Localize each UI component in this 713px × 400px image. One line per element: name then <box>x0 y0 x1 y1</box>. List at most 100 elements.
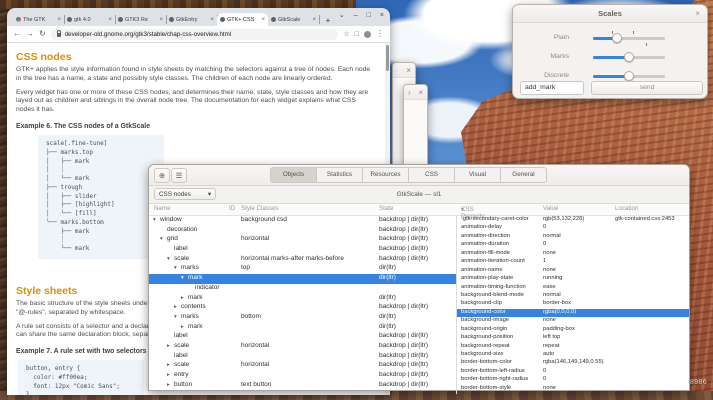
background-window-2[interactable]: › × <box>403 84 428 172</box>
expander-icon[interactable]: ▾ <box>174 265 181 271</box>
css-property-row[interactable]: animation-play-state running <box>457 275 689 283</box>
reload-icon[interactable]: ↻ <box>39 30 46 38</box>
expander-icon[interactable]: ▸ <box>174 304 181 310</box>
column-value[interactable]: Value <box>543 205 558 212</box>
expander-icon[interactable]: ▾ <box>167 256 174 262</box>
tree-row[interactable]: ▸button text button backdrop | dir(ltr) <box>149 381 456 391</box>
column-id[interactable]: ID <box>229 205 235 212</box>
tree-row[interactable]: ▸entry backdrop | dir(ltr) <box>149 371 456 381</box>
browser-tab[interactable]: GTK3 Re × <box>115 13 166 26</box>
browser-tab[interactable]: GTK+ CSS × <box>217 13 268 26</box>
inspector-tab[interactable]: Resources <box>362 167 409 183</box>
bookmark-icon[interactable]: ☆ <box>343 31 349 38</box>
column-state[interactable]: State <box>379 205 393 212</box>
inspector-tab[interactable]: Visual <box>454 167 501 183</box>
dialog-titlebar[interactable]: Scales × <box>513 5 707 23</box>
css-property-row[interactable]: animation-fill-mode none <box>457 250 689 258</box>
tree-row[interactable]: ▾scale horizontal marks-after marks-befo… <box>149 255 456 265</box>
tree-row[interactable]: indicator <box>149 284 456 294</box>
tab-close-icon[interactable]: × <box>57 17 61 23</box>
css-property-row[interactable]: animation-delay 0 <box>457 224 689 232</box>
expander-icon[interactable]: › <box>408 88 411 97</box>
scale-slider[interactable] <box>593 56 665 59</box>
tree-row[interactable]: ▸contents backdrop | dir(ltr) <box>149 303 456 313</box>
tab-close-icon[interactable]: × <box>312 17 316 23</box>
css-property-row[interactable]: background-origin padding-box <box>457 326 689 334</box>
css-property-row[interactable]: background-size auto <box>457 351 689 359</box>
scale-slider[interactable] <box>593 75 665 78</box>
inspector-tab[interactable]: Statistics <box>316 167 363 183</box>
css-property-row[interactable]: background-repeat repeat <box>457 343 689 351</box>
slider-thumb[interactable] <box>624 71 634 81</box>
avatar[interactable] <box>364 31 371 38</box>
slider-thumb[interactable] <box>624 52 634 62</box>
css-property-row[interactable]: background-position left top <box>457 334 689 342</box>
css-property-row[interactable]: background-image none <box>457 317 689 325</box>
tree-row[interactable]: decoration backdrop | dir(ltr) <box>149 226 456 236</box>
add-mark-input[interactable]: add_mark <box>520 81 584 95</box>
forward-icon[interactable]: → <box>26 30 34 38</box>
close-icon[interactable]: × <box>418 88 423 97</box>
tree-row[interactable]: ▸scale horizontal backdrop | dir(ltr) <box>149 361 456 371</box>
css-property-row[interactable]: animation-timing-function ease <box>457 284 689 292</box>
column-name[interactable]: Name <box>154 205 171 212</box>
inspector-tab[interactable]: Objects <box>270 167 317 183</box>
browser-tab[interactable]: GtkScale × <box>268 13 319 26</box>
tree-row[interactable]: ▸mark dir(ltr) <box>149 323 456 333</box>
browser-tab[interactable]: The GTK × <box>13 13 64 26</box>
tree-row[interactable]: label backdrop | dir(ltr) <box>149 352 456 362</box>
maximize-icon[interactable]: □ <box>367 12 371 19</box>
expander-icon[interactable]: ▸ <box>181 324 188 330</box>
tree-row[interactable]: ▾window background csd backdrop | dir(lt… <box>149 216 456 226</box>
side-panel-icon[interactable]: □ <box>355 31 359 38</box>
slider-thumb[interactable] <box>612 33 622 43</box>
close-icon[interactable]: × <box>695 5 700 22</box>
list-view-icon[interactable]: ☰ <box>171 168 187 183</box>
tab-close-icon[interactable]: × <box>261 17 265 23</box>
inspector-tab[interactable]: General <box>500 167 547 183</box>
css-property-row[interactable]: background-color rgba(0,0,0,0) <box>457 309 689 317</box>
back-icon[interactable]: ← <box>13 30 21 38</box>
css-property-row[interactable]: animation-iteration-count 1 <box>457 258 689 266</box>
tree-row[interactable]: ▸scale horizontal backdrop | dir(ltr) <box>149 342 456 352</box>
tab-search-icon[interactable]: ⌄ <box>339 11 345 19</box>
expander-icon[interactable]: ▸ <box>167 372 174 378</box>
css-property-row[interactable]: border-bottom-left-radius 0 <box>457 368 689 376</box>
minimize-icon[interactable]: – <box>354 12 358 19</box>
expander-icon[interactable]: ▾ <box>181 275 188 281</box>
close-icon[interactable]: × <box>380 12 384 19</box>
tree-row[interactable]: ▾grid horizontal backdrop | dir(ltr) <box>149 235 456 245</box>
tree-row[interactable]: label backdrop | dir(ltr) <box>149 332 456 342</box>
css-property-row[interactable]: background-clip border-box <box>457 300 689 308</box>
tab-close-icon[interactable]: × <box>108 17 112 23</box>
send-button[interactable]: send <box>591 81 703 95</box>
url-text[interactable]: developer-old.gnome.org/gtk3/stable/chap… <box>65 31 231 38</box>
column-style-classes[interactable]: Style Classes <box>241 205 278 212</box>
tab-close-icon[interactable]: × <box>210 17 214 23</box>
inspect-target-icon[interactable]: ⊕ <box>154 168 170 183</box>
css-property-row[interactable]: animation-direction normal <box>457 233 689 241</box>
tree-row[interactable]: ▾marks bottom dir(ltr) <box>149 313 456 323</box>
expander-icon[interactable]: ▸ <box>167 382 174 388</box>
css-property-row[interactable]: border-bottom-right-radius 0 <box>457 376 689 384</box>
css-property-row[interactable]: animation-name none <box>457 267 689 275</box>
browser-tab[interactable]: GtkEntry × <box>166 13 217 26</box>
css-property-row[interactable]: animation-duration 0 <box>457 241 689 249</box>
browser-menu-icon[interactable]: ⋮ <box>376 30 384 38</box>
css-property-row[interactable]: border-bottom-color rgba(146,149,149,0.5… <box>457 359 689 367</box>
expander-icon[interactable]: ▾ <box>160 236 167 242</box>
inspector-tab[interactable]: CSS <box>408 167 455 183</box>
tree-row[interactable]: label backdrop | dir(ltr) <box>149 245 456 255</box>
expander-icon[interactable]: ▸ <box>181 295 188 301</box>
scale-slider[interactable] <box>593 37 665 40</box>
tab-close-icon[interactable]: × <box>159 17 163 23</box>
tree-row[interactable]: ▾marks top dir(ltr) <box>149 264 456 274</box>
css-property-row[interactable]: border-bottom-style none <box>457 385 689 393</box>
expander-icon[interactable]: ▾ <box>153 217 160 223</box>
column-location[interactable]: Location <box>615 205 638 212</box>
expander-icon[interactable]: ▾ <box>174 314 181 320</box>
browser-tab[interactable]: gtk 4.0 × <box>64 13 115 26</box>
css-property-row[interactable]: background-blend-mode normal <box>457 292 689 300</box>
tree-row[interactable]: ▸mark dir(ltr) <box>149 294 456 304</box>
expander-icon[interactable]: ▸ <box>167 362 174 368</box>
